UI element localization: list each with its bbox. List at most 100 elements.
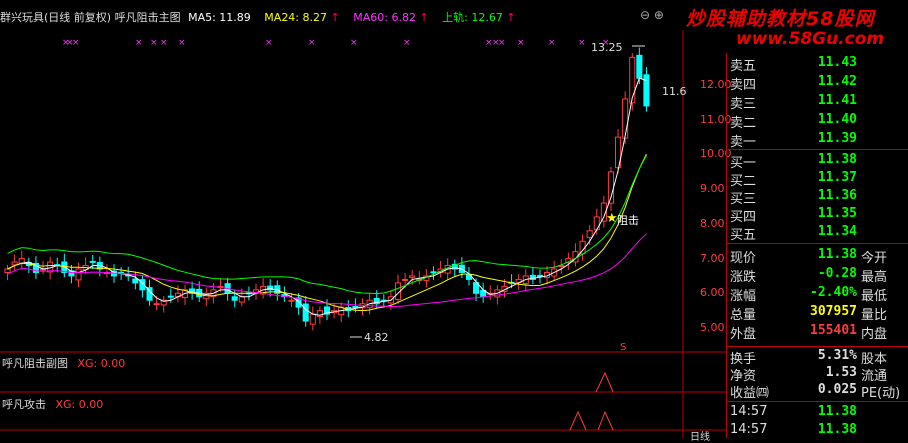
indicator-subcharts: [569, 371, 614, 431]
row-value: -2.40%: [810, 285, 857, 300]
bid-row[interactable]: 买五 11.34: [727, 224, 908, 243]
star-icon: ★: [606, 211, 618, 226]
row-label: 总量: [730, 308, 757, 323]
candle-body: [89, 260, 96, 263]
ask-row[interactable]: 卖三 11.41: [727, 93, 908, 112]
ma60-readout: MA60: 6.82: [353, 11, 416, 24]
row-value: -0.28: [817, 266, 857, 281]
candle-body: [309, 313, 316, 325]
signal-x-marker: ×: [308, 38, 316, 48]
low-price-label: 4.82: [364, 331, 389, 344]
window-controls: ⊖ ⊕: [640, 8, 664, 22]
candle-body: [536, 274, 544, 277]
period-label[interactable]: 日线: [690, 428, 710, 443]
tick-row[interactable]: 14:57 11.38: [727, 422, 908, 440]
signal-label: 阻击: [617, 214, 639, 227]
row-value: 11.34: [817, 224, 857, 239]
price-axis-label: 6.00: [700, 286, 725, 300]
row-value: 11.35: [817, 206, 857, 221]
bid-row[interactable]: 买三 11.36: [727, 188, 908, 207]
row-label: 买四: [730, 210, 757, 225]
signal-x-marker: ×: [135, 38, 143, 48]
row-value: 11.38: [817, 422, 857, 437]
candle-body: [409, 275, 416, 278]
row-value: 11.37: [817, 170, 857, 185]
divider: [727, 346, 908, 347]
bid-row[interactable]: 买一 11.38: [727, 152, 908, 171]
divider: [727, 149, 908, 150]
row-label: 涨跌: [730, 270, 757, 285]
settings-icon[interactable]: ⊕: [654, 8, 664, 22]
row-label-secondary: 最高: [861, 270, 888, 285]
signal-x-marker: ×: [150, 38, 158, 48]
subchart1-value: XG: 0.00: [77, 357, 126, 370]
row-value: 11.36: [817, 188, 857, 203]
ma24-line: [7, 153, 647, 312]
row-value: 0.025: [817, 382, 857, 397]
row-label-secondary: 量比: [861, 308, 888, 323]
candle-body: [238, 296, 245, 303]
subchart1-title: 呼凡阻击副图: [2, 357, 68, 370]
arrow-up-icon: ↑: [330, 11, 340, 24]
row-label: 买五: [730, 228, 757, 243]
ask-row[interactable]: 卖五 11.43: [727, 55, 908, 74]
candle-body: [636, 54, 643, 79]
signal-x-marker: ×: [72, 38, 80, 48]
high-price-label: 13.25: [591, 41, 623, 54]
row-value: 11.39: [817, 131, 857, 146]
arrow-up-icon: ↑: [506, 11, 516, 24]
kline-workspace: × × × × × × × × × × × × × × × × × × ★ 群兴玩具(日线 前复权) 呼凡阻击主图 …: [0, 0, 908, 443]
candle-body: [352, 305, 359, 308]
subchart2-spike: [569, 410, 587, 431]
chart-header: 群兴玩具(日线 前复权) 呼凡阻击主图 MA5: 11.89 MA24: 8.2…: [0, 9, 516, 25]
subchart1-spike: [595, 371, 614, 393]
row-value: 5.31%: [817, 348, 857, 363]
ask-row[interactable]: 卖四 11.42: [727, 74, 908, 93]
ma5-line: [7, 77, 647, 316]
signal-x-marker: ×: [160, 38, 168, 48]
stat-row[interactable]: 换手 5.31% 股本: [727, 348, 908, 367]
row-value: 11.40: [817, 112, 857, 127]
row-label-secondary: 今开: [861, 251, 888, 266]
candle-body: [302, 303, 309, 322]
ma5-readout: MA5: 11.89: [188, 11, 251, 24]
stat-row[interactable]: 涨幅 -2.40% 最低: [727, 285, 908, 304]
stat-row[interactable]: 净资 1.53 流通: [727, 365, 908, 384]
upper-band-readout: 上轨: 12.67: [442, 11, 503, 24]
expand-icon[interactable]: ⊖: [640, 8, 650, 22]
bid-row[interactable]: 买二 11.37: [727, 170, 908, 189]
signal-x-marker: ×: [548, 38, 556, 48]
stat-row[interactable]: 总量 307957 量比: [727, 304, 908, 323]
candlesticks: [4, 47, 650, 331]
signal-x-marker: ×: [350, 38, 358, 48]
ask-row[interactable]: 卖一 11.39: [727, 131, 908, 150]
row-value: 307957: [810, 304, 857, 319]
subchart2-header: 呼凡攻击 XG: 0.00: [2, 396, 103, 412]
row-value: 11.38: [817, 152, 857, 167]
stat-row[interactable]: 收益㈣ 0.025 PE(动): [727, 382, 908, 401]
subchart2-title: 呼凡攻击: [2, 398, 46, 411]
row-label: 买一: [730, 156, 757, 171]
candle-body: [75, 268, 82, 281]
bid-row[interactable]: 买四 11.35: [727, 206, 908, 225]
row-label-secondary: 最低: [861, 289, 888, 304]
row-label: 现价: [730, 251, 757, 266]
row-label: 涨幅: [730, 289, 757, 304]
ma60-line: [7, 233, 647, 308]
candle-body: [167, 295, 174, 298]
stat-row[interactable]: 外盘 155401 内盘: [727, 323, 908, 342]
stat-row[interactable]: 涨跌 -0.28 最高: [727, 266, 908, 285]
row-label: 卖二: [730, 116, 757, 131]
candle-body: [593, 216, 600, 231]
ask-row[interactable]: 卖二 11.40: [727, 112, 908, 131]
candle-body: [231, 296, 238, 301]
candle-body: [629, 56, 636, 104]
subchart2-value: XG: 0.00: [55, 398, 104, 411]
signal-x-marker: ×: [178, 38, 186, 48]
last-price-label: 11.6: [662, 85, 687, 98]
stat-row[interactable]: 现价 11.38 今开: [727, 247, 908, 266]
candle-body: [288, 299, 295, 302]
tick-row[interactable]: 14:57 11.38: [727, 404, 908, 422]
row-label: 14:57: [730, 404, 768, 419]
price-axis-label: 8.00: [700, 216, 725, 230]
